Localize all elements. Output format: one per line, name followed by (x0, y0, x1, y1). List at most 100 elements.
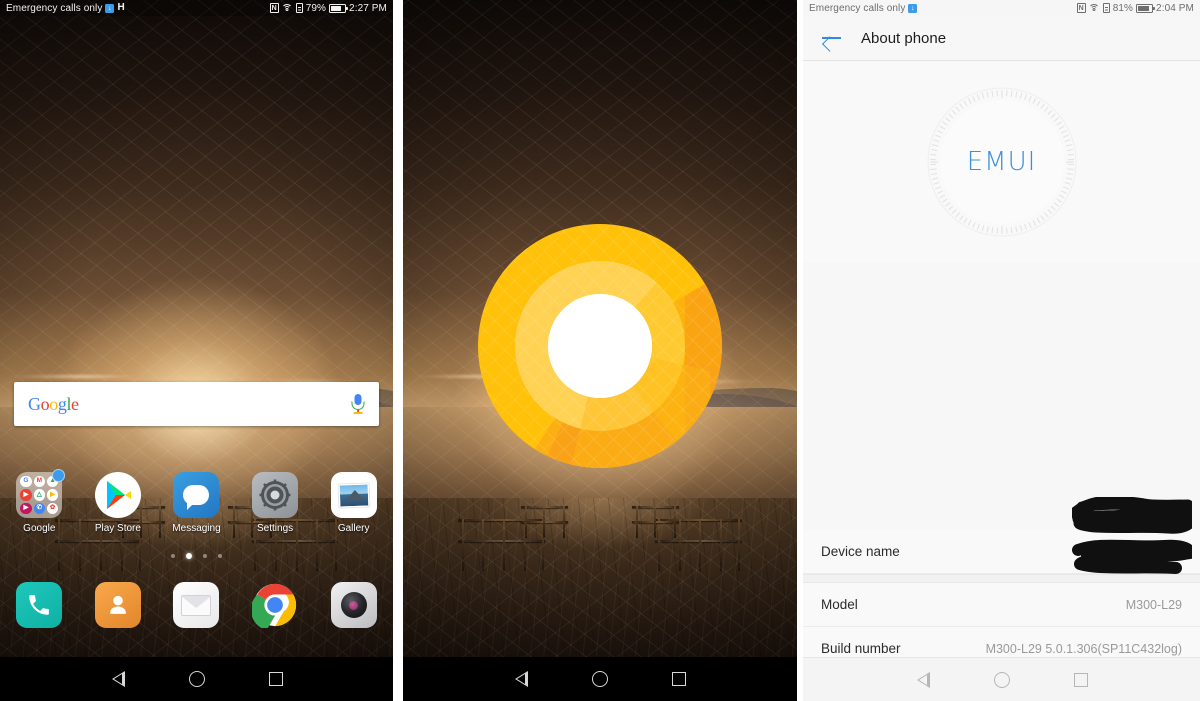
panel-divider (393, 0, 403, 701)
app-messaging[interactable]: Messaging (157, 472, 236, 534)
network-type-icon: H (117, 2, 125, 13)
folder-mini-icon: △ (33, 489, 45, 501)
wifi-icon (1088, 3, 1100, 13)
clock-label: 2:04 PM (1156, 2, 1194, 14)
phone-icon[interactable] (16, 582, 63, 628)
envelope-icon (181, 594, 212, 616)
app-settings[interactable]: Settings (236, 472, 315, 534)
row-value: MHA (1139, 544, 1167, 559)
row-label: Model (821, 597, 858, 612)
phone-home-screen-panel: Emergency calls only ↓ H N 79% 2:27 PM G… (0, 0, 393, 701)
microphone-icon[interactable] (351, 394, 365, 414)
chevron-right-icon (1173, 546, 1184, 557)
chat-bubble-icon (183, 485, 210, 510)
email-icon[interactable] (173, 582, 220, 628)
dock-app-phone[interactable]: Phone (0, 582, 79, 628)
app-gallery[interactable]: Gallery (314, 472, 393, 534)
battery-percent-label: 81% (1112, 2, 1134, 14)
gallery-icon[interactable] (330, 472, 377, 518)
nav-recents-icon[interactable] (1073, 672, 1088, 687)
android-oreo-easter-egg-panel (403, 0, 797, 701)
carrier-label: Emergency calls only (809, 2, 906, 14)
app-play-store[interactable]: Play Store (79, 472, 158, 534)
clock-label: 2:27 PM (349, 2, 387, 14)
page-dot[interactable] (218, 554, 222, 558)
screenshot-stage: Emergency calls only ↓ H N 79% 2:27 PM G… (0, 0, 1200, 701)
battery-percent-label: 79% (305, 2, 327, 14)
chrome-icon[interactable] (250, 582, 298, 631)
download-badge-icon: ↓ (908, 3, 918, 13)
app-label: Settings (257, 523, 294, 534)
folder-mini-icon: ▶ (46, 489, 59, 501)
list-item-model: Model M300-L29 (803, 583, 1200, 627)
dock-app-contacts[interactable]: Contacts (79, 582, 158, 628)
page-dot[interactable] (171, 554, 175, 558)
camera-icon[interactable] (330, 582, 377, 628)
about-phone-panel: Emergency calls only ↓ N 81% 2:04 PM Abo… (803, 0, 1200, 701)
folder-mini-icon: ✆ (33, 502, 45, 514)
app-label: Play Store (94, 523, 141, 534)
nav-home-icon[interactable] (592, 671, 608, 687)
contacts-icon[interactable] (94, 582, 141, 628)
folder-mini-icon: ▶ (20, 489, 32, 501)
list-group-separator (803, 574, 1200, 583)
nav-recents-icon[interactable] (672, 672, 686, 686)
wifi-icon (281, 3, 293, 13)
home-app-row: G M ▲ ▶ △ ▶ ▶ ✆ ✿ Google Play Store Mess… (0, 469, 393, 534)
google-logo: Google (28, 393, 79, 414)
dock-app-chrome[interactable]: Chrome (236, 582, 315, 631)
page-dot-active[interactable] (186, 553, 192, 559)
row-label: Device name (821, 544, 900, 559)
person-icon (110, 595, 126, 614)
battery-icon (1136, 3, 1156, 13)
nav-recents-icon[interactable] (268, 672, 283, 686)
row-value: M300-L29 5.0.1.306(SP11C432log) (985, 641, 1182, 656)
nav-home-icon[interactable] (993, 671, 1010, 688)
emui-logo-hero: EMUI (803, 62, 1200, 262)
google-folder-icon[interactable]: G M ▲ ▶ △ ▶ ▶ ✆ ✿ (16, 469, 66, 518)
handset-icon (29, 595, 50, 615)
about-status-bar: Emergency calls only ↓ N 81% 2:04 PM (803, 0, 1200, 16)
nav-back-icon[interactable] (111, 671, 125, 687)
oreo-navigation-bar (403, 657, 797, 701)
app-label: Gallery (337, 523, 370, 534)
play-store-icon[interactable] (94, 472, 141, 518)
notification-badge (52, 469, 66, 482)
nav-back-icon[interactable] (514, 671, 528, 687)
play-triangle-icon (106, 481, 131, 509)
settings-gear-icon[interactable] (252, 472, 299, 518)
about-phone-header: About phone (803, 16, 1200, 61)
emui-logo-text: EMUI (966, 147, 1037, 177)
home-page-indicator[interactable] (0, 553, 393, 559)
page-dot[interactable] (203, 554, 207, 558)
home-dock: Phone Contacts Email (0, 582, 393, 631)
emui-dial-icon: EMUI (922, 82, 1082, 242)
battery-icon (329, 3, 349, 13)
sim-card-icon (295, 3, 303, 13)
messaging-icon[interactable] (173, 472, 220, 518)
android-oreo-logo[interactable] (475, 221, 725, 471)
nav-back-icon[interactable] (916, 671, 930, 688)
about-phone-list: Device name MHA Model M300-L29 Build num… (803, 265, 1200, 701)
about-navigation-bar (803, 657, 1200, 701)
row-value: M300-L29 (1125, 597, 1182, 612)
folder-mini-icon: G (20, 476, 32, 488)
back-arrow-icon[interactable] (821, 27, 843, 49)
home-status-bar: Emergency calls only ↓ H N 79% 2:27 PM (0, 0, 393, 16)
photo-thumbnail-icon (338, 482, 370, 508)
dock-app-email[interactable]: Email (157, 582, 236, 628)
carrier-label: Emergency calls only (6, 2, 103, 14)
google-search-widget[interactable]: Google (14, 382, 379, 426)
app-google-folder[interactable]: G M ▲ ▶ △ ▶ ▶ ✆ ✿ Google (0, 469, 79, 534)
download-badge-icon: ↓ (105, 3, 115, 13)
nav-home-icon[interactable] (188, 671, 205, 687)
chrome-logo-icon (250, 583, 297, 631)
row-label: Build number (821, 641, 901, 656)
list-item-device-name[interactable]: Device name MHA (803, 530, 1200, 574)
app-label: Google (23, 523, 56, 534)
pier-railing-left-far (521, 506, 569, 539)
camera-lens-icon (340, 592, 367, 618)
folder-mini-icon: ▶ (20, 502, 32, 514)
app-label: Messaging (172, 523, 221, 534)
dock-app-camera[interactable]: Camera (314, 582, 393, 628)
